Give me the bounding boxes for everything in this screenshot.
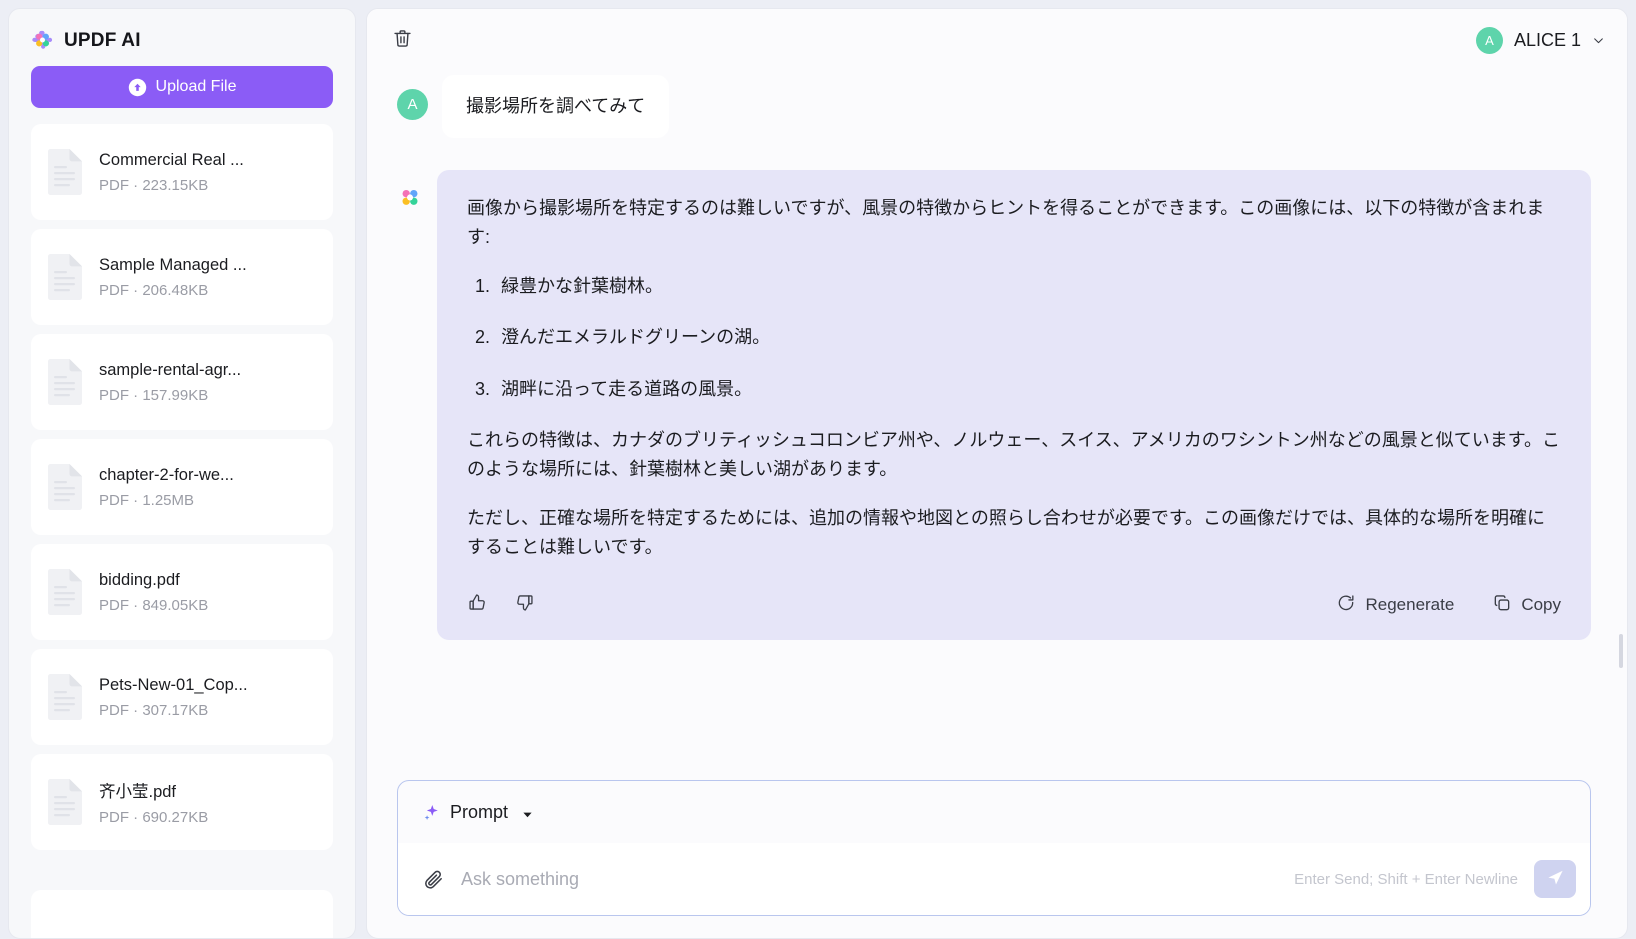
upload-file-button[interactable]: Upload File (31, 66, 333, 108)
file-name: bidding.pdf (99, 570, 180, 589)
topbar: A ALICE 1 (367, 9, 1627, 71)
ai-feature-list: 1. 緑豊かな針葉樹林。 2. 澄んだエメラルドグリーンの湖。 3. 湖畔に沿っ… (467, 272, 1561, 403)
file-name: 齐小莹.pdf (99, 783, 177, 801)
copy-icon (1492, 593, 1512, 618)
refresh-icon (1336, 593, 1356, 618)
file-name: Commercial Real ... (99, 150, 244, 169)
brand-name: UPDF AI (64, 29, 141, 51)
upload-section: Upload File (9, 66, 355, 124)
main-panel: A ALICE 1 A 撮影場所を調べてみて 画像から撮影場所を特定するのは難し… (366, 8, 1628, 939)
prompt-label: Prompt (450, 801, 509, 822)
file-list-bottom-partial-card (31, 890, 333, 938)
user-message-bubble: 撮影場所を調べてみて (442, 75, 670, 138)
file-meta: PDF · 206.48KB (99, 281, 209, 299)
list-item-number: 3. (475, 378, 491, 399)
chat-scrollbar[interactable] (1619, 634, 1623, 668)
regenerate-button[interactable]: Regenerate (1336, 593, 1454, 618)
file-name: sample-rental-agr... (99, 360, 242, 379)
file-list[interactable]: Commercial Real ... PDF · 223.15KB Sample … (9, 124, 355, 890)
thumbs-up-icon (467, 592, 488, 618)
ask-input[interactable] (461, 868, 1279, 890)
upload-file-label: Upload File (155, 78, 237, 95)
pdf-file-icon (45, 358, 85, 406)
file-meta: PDF · 157.99KB (99, 386, 209, 404)
chevron-down-icon (1592, 34, 1605, 47)
paperclip-icon[interactable] (422, 868, 445, 891)
sparkle-icon (422, 803, 441, 822)
regenerate-label: Regenerate (1365, 595, 1455, 615)
user-message: A 撮影場所を調べてみて (397, 75, 1591, 138)
pdf-file-icon (45, 778, 85, 826)
thumbs-down-icon (514, 592, 535, 618)
file-list-item[interactable]: bidding.pdf PDF · 849.05KB (31, 544, 333, 640)
thumbs-down-button[interactable] (514, 592, 535, 618)
user-name: ALICE 1 (1513, 29, 1581, 50)
file-list-item[interactable]: Pets-New-01_Cop... PDF · 307.17KB (31, 649, 333, 745)
file-meta: PDF · 1.25MB (99, 491, 195, 509)
ai-paragraph-3: ただし、正確な場所を特定するためには、追加の情報や地図との照らし合わせが必要です… (467, 508, 1546, 558)
list-item: 1. 緑豊かな針葉樹林。 (467, 272, 1561, 301)
file-meta: PDF · 690.27KB (99, 809, 209, 826)
list-item-label: 澄んだエメラルドグリーンの湖。 (501, 327, 771, 348)
ai-message: 画像から撮影場所を特定するのは難しいですが、風景の特徴からヒントを得ることができ… (397, 170, 1591, 641)
caret-down-icon (522, 807, 533, 818)
sidebar: UPDF AI Upload File Commercial Real ... P… (8, 8, 356, 939)
ai-paragraph-2: これらの特徴は、カナダのブリティッシュコロンビア州や、ノルウェー、スイス、アメリ… (467, 429, 1560, 479)
updf-logo-icon (31, 29, 54, 52)
list-item-label: 湖畔に沿って走る道路の風景。 (501, 378, 753, 399)
file-name: Pets-New-01_Cop... (99, 675, 248, 694)
delete-chat-button[interactable] (385, 23, 419, 57)
file-list-item[interactable]: Sample Managed ... PDF · 206.48KB (31, 229, 333, 325)
ai-message-actions: Regenerate Copy (467, 582, 1561, 626)
file-list-item[interactable]: sample-rental-agr... PDF · 157.99KB (31, 334, 333, 430)
composer-hint: Enter Send; Shift + Enter Newline (1294, 870, 1518, 888)
pdf-file-icon (45, 253, 85, 301)
file-meta: PDF · 307.17KB (99, 701, 209, 719)
send-icon (1546, 868, 1565, 890)
user-menu[interactable]: A ALICE 1 (1475, 26, 1605, 54)
trash-icon (392, 28, 413, 52)
ai-message-bubble: 画像から撮影場所を特定するのは難しいですが、風景の特徴からヒントを得ることができ… (437, 170, 1591, 641)
avatar: A (1475, 26, 1503, 54)
chat-thread[interactable]: A 撮影場所を調べてみて 画像から撮影場所を特定するのは難しいですが、風景の特徴… (367, 71, 1627, 764)
file-list-item[interactable]: chapter-2-for-we... PDF · 1.25MB (31, 439, 333, 535)
prompt-selector[interactable]: Prompt (398, 781, 1590, 843)
pdf-file-icon (45, 568, 85, 616)
list-item-number: 1. (475, 276, 491, 297)
list-item: 3. 湖畔に沿って走る道路の風景。 (467, 375, 1561, 404)
copy-button[interactable]: Copy (1492, 593, 1561, 618)
list-item-number: 2. (475, 327, 491, 348)
avatar: A (397, 89, 428, 120)
composer-area: Prompt Enter Send; Shift + Enter Newline (367, 764, 1627, 938)
copy-label: Copy (1521, 595, 1561, 615)
composer-input-row: Enter Send; Shift + Enter Newline (398, 843, 1590, 915)
pdf-file-icon (45, 673, 85, 721)
composer: Prompt Enter Send; Shift + Enter Newline (397, 780, 1591, 916)
upload-arrow-icon (128, 78, 147, 97)
file-list-item[interactable]: 齐小莹.pdf PDF · 690.27KB (31, 754, 333, 850)
file-name: Sample Managed ... (99, 255, 247, 274)
ai-paragraph-1: 画像から撮影場所を特定するのは難しいですが、風景の特徴からヒントを得ることができ… (467, 198, 1545, 248)
list-item: 2. 澄んだエメラルドグリーンの湖。 (467, 323, 1561, 352)
pdf-file-icon (45, 463, 85, 511)
list-item-label: 緑豊かな針葉樹林。 (501, 276, 663, 297)
updf-logo-icon (397, 185, 423, 211)
file-name: chapter-2-for-we... (99, 465, 234, 484)
updf-ai-window: UPDF AI Upload File Commercial Real ... P… (0, 0, 1636, 939)
send-button[interactable] (1534, 860, 1576, 898)
file-list-item[interactable]: Commercial Real ... PDF · 223.15KB (31, 124, 333, 220)
file-meta: PDF · 849.05KB (99, 596, 209, 614)
thumbs-up-button[interactable] (467, 592, 488, 618)
file-meta: PDF · 223.15KB (99, 176, 209, 194)
pdf-file-icon (45, 148, 85, 196)
brand: UPDF AI (9, 9, 355, 66)
